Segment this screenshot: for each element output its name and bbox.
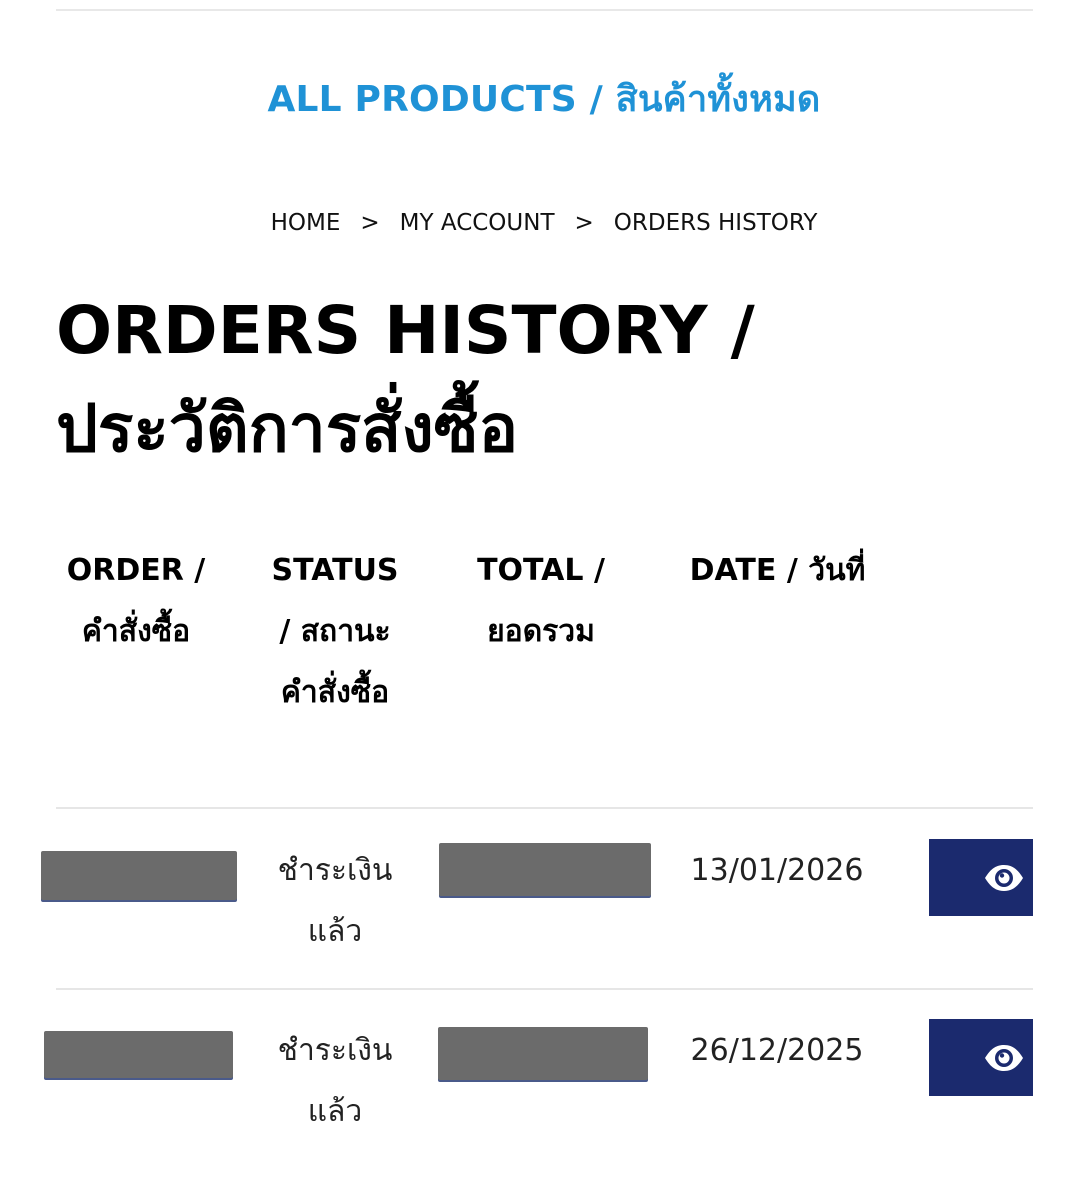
order-date: 26/12/2025 [690,1033,864,1068]
order-total-redacted [439,843,651,896]
order-status: ชำระเงินแล้ว [277,1033,393,1129]
column-header-total: TOTAL / ยอดรวม [477,553,605,649]
order-number-redacted[interactable] [44,1031,233,1078]
breadcrumb-separator: > [360,210,380,236]
row-divider [56,807,1033,809]
breadcrumb: HOME > MY ACCOUNT > ORDERS HISTORY [0,210,1088,236]
order-number-redacted[interactable] [41,851,237,900]
column-header-status: STATUS / สถานะคำสั่งซื้อ [271,553,399,710]
row-divider [56,988,1033,990]
breadcrumb-separator: > [574,210,594,236]
order-date: 13/01/2026 [690,853,864,888]
page-title: ORDERS HISTORY / ประวัติการสั่งซื้อ [56,292,755,467]
all-products-link[interactable]: ALL PRODUCTS / สินค้าทั้งหมด [0,70,1088,127]
column-header-date: DATE / วันที่ [689,553,866,588]
view-order-button[interactable] [929,1019,1033,1096]
breadcrumb-my-account[interactable]: MY ACCOUNT [400,210,555,236]
eye-icon [985,864,1023,891]
order-status: ชำระเงินแล้ว [277,853,393,949]
breadcrumb-home[interactable]: HOME [271,210,341,236]
view-order-button[interactable] [929,839,1033,916]
top-divider [56,9,1033,11]
breadcrumb-orders-history: ORDERS HISTORY [613,210,818,236]
eye-icon [985,1044,1023,1071]
column-header-order: ORDER / คำสั่งซื้อ [66,553,206,649]
order-total-redacted [438,1027,648,1080]
